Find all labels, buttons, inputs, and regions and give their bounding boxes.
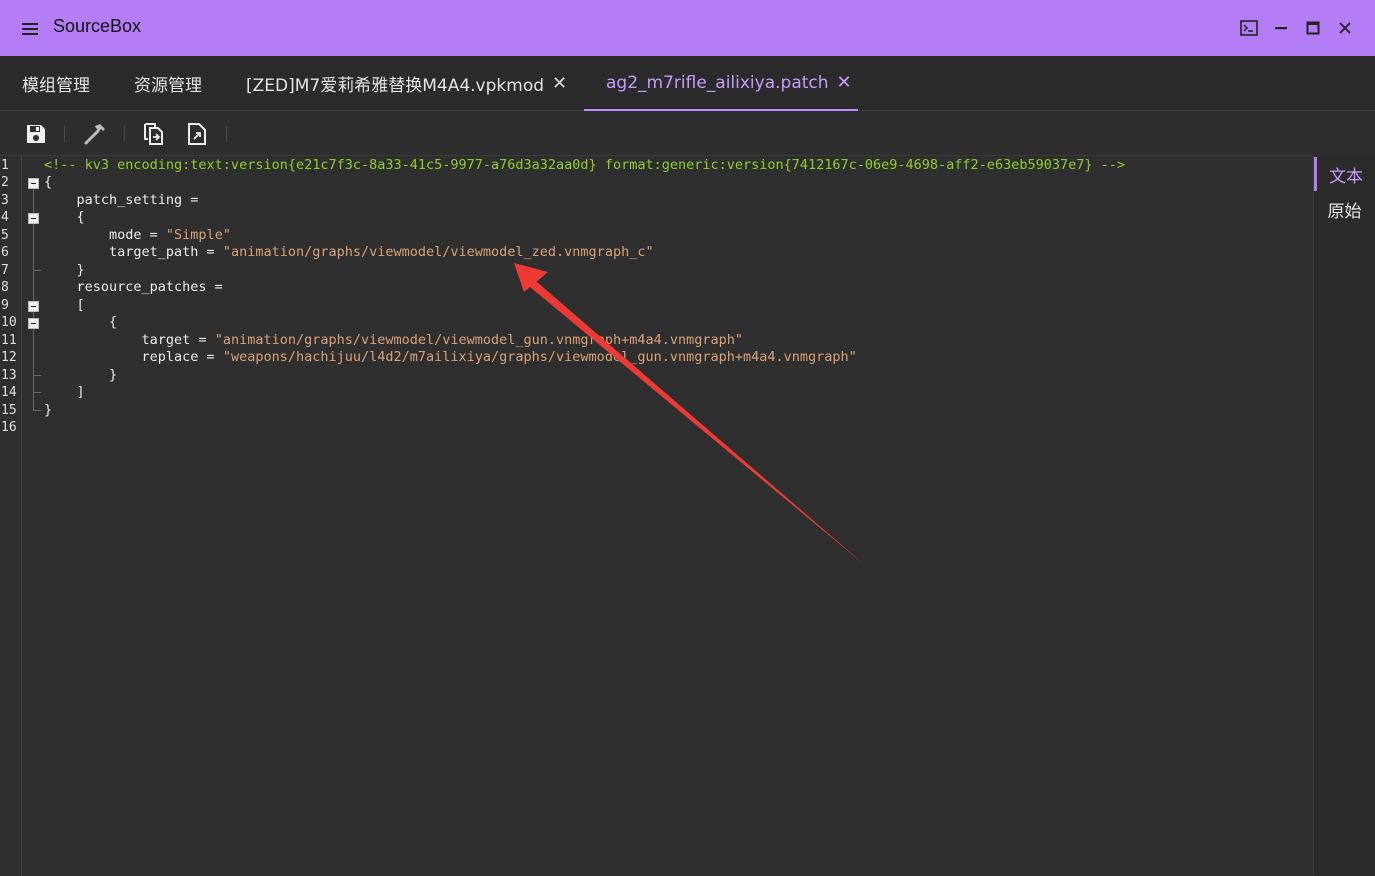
code-line-11: target = "animation/graphs/viewmodel/vie… [44, 332, 743, 349]
code-line-8: resource_patches = [44, 279, 223, 295]
tab-label: 模组管理 [22, 76, 90, 96]
app-title: SourceBox [53, 16, 142, 36]
close-tab-icon[interactable]: ✕ [837, 73, 852, 92]
tab-label: ag2_m7rifle_ailixiya.patch [606, 72, 829, 93]
line-number: 9 [1, 298, 9, 313]
code-string: "weapons/hachijuu/l4d2/m7ailixiya/graphs… [222, 349, 857, 365]
line-number: 8 [1, 280, 9, 295]
title-bar: SourceBox [0, 0, 1375, 56]
code-line-3: patch_setting = [44, 192, 199, 208]
line-number: 12 [1, 350, 17, 365]
close-tab-icon[interactable]: ✕ [552, 74, 567, 93]
tab-bar: 模组管理 资源管理 [ZED]M7爱莉希雅替换M4A4.vpkmod ✕ ag2… [0, 56, 1375, 111]
code-key: replace = [44, 349, 223, 365]
toolbar-separator [124, 126, 125, 142]
fold-end-tick [33, 392, 41, 393]
line-number: 15 [1, 403, 17, 418]
code-line-5: mode = "Simple" [44, 227, 231, 244]
fold-toggle-icon[interactable] [28, 318, 39, 329]
code-line-12: replace = "weapons/hachijuu/l4d2/m7ailix… [44, 349, 857, 366]
code-line-7: } [44, 262, 85, 278]
close-window-icon[interactable] [1333, 16, 1357, 40]
terminal-icon[interactable] [1237, 16, 1261, 40]
line-number: 3 [1, 193, 9, 208]
line-number: 10 [1, 315, 17, 330]
code-string: "animation/graphs/viewmodel/viewmodel_gu… [214, 332, 743, 348]
fold-toggle-icon[interactable] [28, 301, 39, 312]
code-key: target_path = [44, 244, 223, 260]
view-mode-raw[interactable]: 原始 [1314, 192, 1375, 226]
line-number: 16 [1, 420, 17, 435]
hamburger-menu-icon[interactable] [18, 17, 42, 41]
tab-resource-management[interactable]: 资源管理 [112, 56, 224, 111]
code-line-9: [ [44, 297, 85, 313]
code-line-10: { [44, 314, 118, 330]
code-line-4: { [44, 209, 85, 225]
code-string: "Simple" [165, 227, 231, 243]
line-number: 7 [1, 263, 9, 278]
code-line-2: { [44, 174, 53, 190]
line-number: 2 [1, 175, 9, 190]
save-icon[interactable] [22, 120, 50, 148]
minimize-icon[interactable] [1269, 16, 1293, 40]
line-number-gutter: 1 2 3 4 5 6 7 8 9 10 11 12 13 14 15 16 [0, 156, 22, 876]
toolbar-separator [226, 126, 227, 142]
code-line-1: <!-- kv3 encoding:text:version{e21c7f3c-… [44, 157, 1125, 173]
line-number: 6 [1, 245, 9, 260]
tab-label: 资源管理 [134, 76, 202, 96]
code-key: target = [44, 332, 215, 348]
code-line-6: target_path = "animation/graphs/viewmode… [44, 244, 654, 261]
line-number: 5 [1, 228, 9, 243]
fold-end-tick [33, 270, 41, 271]
file-export-icon[interactable] [183, 120, 211, 148]
view-mode-label: 文本 [1329, 166, 1363, 187]
line-number: 14 [1, 385, 17, 400]
line-number: 1 [1, 158, 9, 173]
code-line-13: } [44, 367, 118, 383]
copy-export-icon[interactable] [139, 120, 167, 148]
line-number: 4 [1, 210, 9, 225]
fold-end-tick [33, 410, 41, 411]
code-key: mode = [44, 227, 166, 243]
line-number: 11 [1, 333, 17, 348]
fold-toggle-icon[interactable] [28, 178, 39, 189]
view-mode-text[interactable]: 文本 [1314, 157, 1375, 191]
hammer-icon[interactable] [81, 120, 109, 148]
toolbar-separator [64, 126, 65, 142]
tab-label: [ZED]M7爱莉希雅替换M4A4.vpkmod [246, 76, 545, 96]
fold-end-tick [33, 375, 41, 376]
fold-toggle-icon[interactable] [28, 213, 39, 224]
code-line-14: ] [44, 384, 85, 400]
tab-patch-file[interactable]: ag2_m7rifle_ailixiya.patch ✕ [584, 56, 858, 111]
maximize-icon[interactable] [1301, 16, 1325, 40]
tab-vpkmod-file[interactable]: [ZED]M7爱莉希雅替换M4A4.vpkmod ✕ [224, 56, 589, 111]
line-number: 13 [1, 368, 17, 383]
view-mode-label: 原始 [1327, 201, 1362, 222]
tab-mod-management[interactable]: 模组管理 [0, 56, 112, 111]
code-string: "animation/graphs/viewmodel/viewmodel_ze… [222, 244, 654, 260]
code-editor[interactable]: 1 2 3 4 5 6 7 8 9 10 11 12 13 14 15 16 <… [0, 155, 1313, 876]
editor-toolbar [0, 112, 1375, 154]
code-line-15: } [44, 402, 53, 418]
view-mode-panel: 文本 原始 [1313, 155, 1375, 875]
